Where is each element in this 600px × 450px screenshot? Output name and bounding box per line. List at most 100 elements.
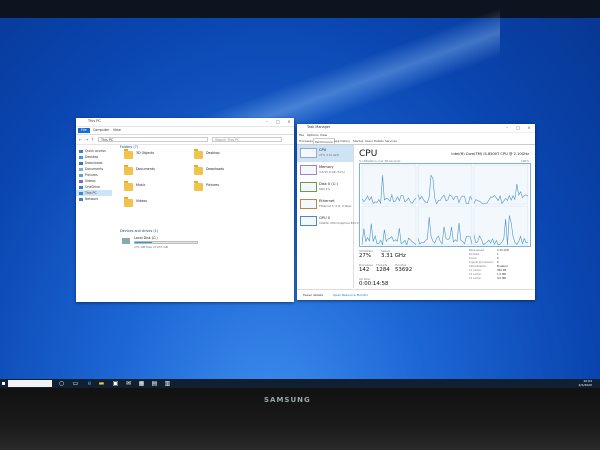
- desktop-icon: [79, 155, 83, 159]
- explorer-ribbon: File Computer View: [76, 127, 294, 135]
- tab-performance[interactable]: Performance: [313, 138, 335, 144]
- video-icon: [79, 179, 83, 183]
- tab-startup[interactable]: Startup: [352, 138, 364, 144]
- explorer-title-bar[interactable]: This PC – □ ×: [76, 118, 294, 127]
- maximize-icon[interactable]: □: [273, 118, 283, 126]
- cpu-panel: CPU Intel(R) Core(TM) i5-8500T CPU @ 2.1…: [357, 145, 531, 288]
- stat-processes: Processes 142: [359, 263, 373, 273]
- taskbar: ▪ ○ ▭ e ▬ ▣ ✉ ▦ ▤ ▥ 10:04 2/4/2020: [0, 379, 600, 388]
- drive-usage-fill: [135, 242, 153, 243]
- tab-services[interactable]: Services: [384, 138, 398, 144]
- folder-icon: [124, 165, 133, 175]
- folder-documents[interactable]: Documents: [116, 165, 186, 180]
- logical-processor-pane: [417, 205, 473, 246]
- store-icon[interactable]: ▣: [112, 380, 119, 387]
- taskmgr-tabs: Processes Performance App history Startu…: [297, 138, 535, 145]
- folder-icon: [124, 181, 133, 191]
- logical-processor-pane: [473, 205, 529, 246]
- cpu-heading: CPU: [359, 149, 378, 159]
- network-icon: [79, 197, 83, 201]
- download-icon: [79, 161, 83, 165]
- gpu-thumbnail: [300, 216, 317, 226]
- computer-icon: [79, 191, 83, 195]
- resource-disk[interactable]: Disk 0 (C:) SSD 1%: [297, 179, 353, 196]
- taskbar-search-box[interactable]: [8, 380, 52, 387]
- back-arrow-icon[interactable]: ←: [79, 137, 82, 142]
- photos-icon[interactable]: ▦: [138, 380, 145, 387]
- photo-of-monitor: This PC – □ × File Computer View ← → ↑ T…: [0, 0, 600, 450]
- folder-downloads[interactable]: Downloads: [186, 165, 256, 180]
- tab-file[interactable]: File: [78, 128, 90, 133]
- cloud-icon: [79, 185, 83, 189]
- kv-l3-cache: L3 cache: 9.0 MB: [469, 277, 506, 280]
- logical-processor-pane: [473, 164, 529, 205]
- resource-list: CPU 27% 3.31 GHz Memory 4.9/15.9 GB (31%) …: [297, 145, 361, 288]
- cpu-thumbnail: [300, 148, 317, 158]
- logical-processor-pane: [361, 164, 417, 205]
- picture-icon: [79, 173, 83, 177]
- search-icon[interactable]: ○: [58, 380, 65, 387]
- drives-heading[interactable]: Devices and drives (1): [116, 228, 294, 234]
- open-resource-monitor-link[interactable]: Open Resource Monitor: [333, 293, 368, 297]
- folder-icon: [194, 165, 203, 175]
- resource-memory[interactable]: Memory 4.9/15.9 GB (31%): [297, 162, 353, 179]
- close-icon[interactable]: ×: [524, 124, 534, 132]
- memory-thumbnail: [300, 165, 317, 175]
- start-icon[interactable]: ▪: [0, 380, 7, 387]
- stat-uptime: Up time 0:00:14:58: [359, 277, 389, 287]
- minimize-icon[interactable]: –: [502, 124, 512, 132]
- document-icon: [79, 167, 83, 171]
- folder-icon: [124, 149, 133, 159]
- taskmgr-title: Task Manager: [307, 125, 331, 129]
- logical-processor-pane: [361, 205, 417, 246]
- address-bar[interactable]: This PC: [98, 137, 208, 142]
- stat-threads: Threads 1284: [376, 263, 390, 273]
- explorer-title: This PC: [88, 119, 101, 123]
- minimize-icon[interactable]: –: [262, 118, 272, 126]
- edge-browser-icon[interactable]: e: [86, 380, 93, 387]
- task-manager-window: Task Manager – □ × File Options View Pro…: [297, 124, 535, 300]
- menu-view[interactable]: View: [320, 133, 327, 137]
- close-icon[interactable]: ×: [284, 118, 294, 126]
- tab-view[interactable]: View: [110, 128, 124, 133]
- explorer-content: Folders (7) 3D Objects Desktop Documents…: [116, 144, 294, 302]
- system-clock[interactable]: 10:04 2/4/2020: [579, 379, 592, 387]
- resource-ethernet[interactable]: Ethernet Ethernet S: 0 R: 0 Kbps: [297, 196, 353, 213]
- forward-arrow-icon[interactable]: →: [85, 137, 88, 142]
- mail-icon[interactable]: ✉: [125, 380, 132, 387]
- task-view-icon[interactable]: ▭: [72, 380, 79, 387]
- menu-options[interactable]: Options: [307, 133, 319, 137]
- monitor-bottom-bezel: SAMSUNG: [0, 388, 600, 450]
- folder-icon: [194, 181, 203, 191]
- taskmgr-footer: Fewer details Open Resource Monitor: [297, 289, 535, 300]
- tab-processes[interactable]: Processes: [298, 138, 314, 144]
- settings-icon[interactable]: ▤: [151, 380, 158, 387]
- up-arrow-icon[interactable]: ↑: [91, 137, 94, 142]
- maximize-icon[interactable]: □: [513, 124, 523, 132]
- folder-icon: [194, 149, 203, 159]
- drive-local-disk[interactable]: Local Disk (C:) 171 GB free of 237 GB: [122, 236, 212, 250]
- task-manager-icon[interactable]: ▥: [164, 380, 171, 387]
- tab-details[interactable]: Details: [373, 138, 385, 144]
- file-explorer-icon[interactable]: ▬: [98, 380, 105, 387]
- folder-videos[interactable]: Videos: [116, 197, 186, 212]
- search-input[interactable]: Search This PC: [212, 137, 282, 142]
- cpu-properties: Base speed: 2.10 GHz Sockets: 1 Cores: 6 Lo…: [469, 249, 529, 281]
- menu-file[interactable]: File: [299, 133, 304, 137]
- folder-desktop[interactable]: Desktop: [186, 149, 256, 164]
- cpu-utilization-graph: [359, 163, 531, 247]
- resource-cpu[interactable]: CPU 27% 3.31 GHz: [297, 145, 353, 162]
- fewer-details-link[interactable]: Fewer details: [303, 293, 323, 297]
- ethernet-thumbnail: [300, 199, 317, 209]
- folder-3d-objects[interactable]: 3D Objects: [116, 149, 186, 164]
- sidebar-item-network[interactable]: Network: [76, 196, 112, 202]
- stat-utilization: Utilization 27%: [359, 249, 374, 259]
- taskmgr-title-bar[interactable]: Task Manager – □ ×: [297, 124, 535, 133]
- folder-music[interactable]: Music: [116, 181, 186, 196]
- folder-pictures[interactable]: Pictures: [186, 181, 256, 196]
- file-explorer-window: This PC – □ × File Computer View ← → ↑ T…: [76, 118, 294, 302]
- resource-gpu[interactable]: GPU 0 Intel(R) UHD Graphics 630 2%: [297, 213, 361, 230]
- tab-app-history[interactable]: App history: [333, 138, 351, 144]
- cpu-model: Intel(R) Core(TM) i5-8500T CPU @ 2.10GHz: [451, 152, 529, 156]
- stat-speed: Speed 3.31 GHz: [381, 249, 406, 259]
